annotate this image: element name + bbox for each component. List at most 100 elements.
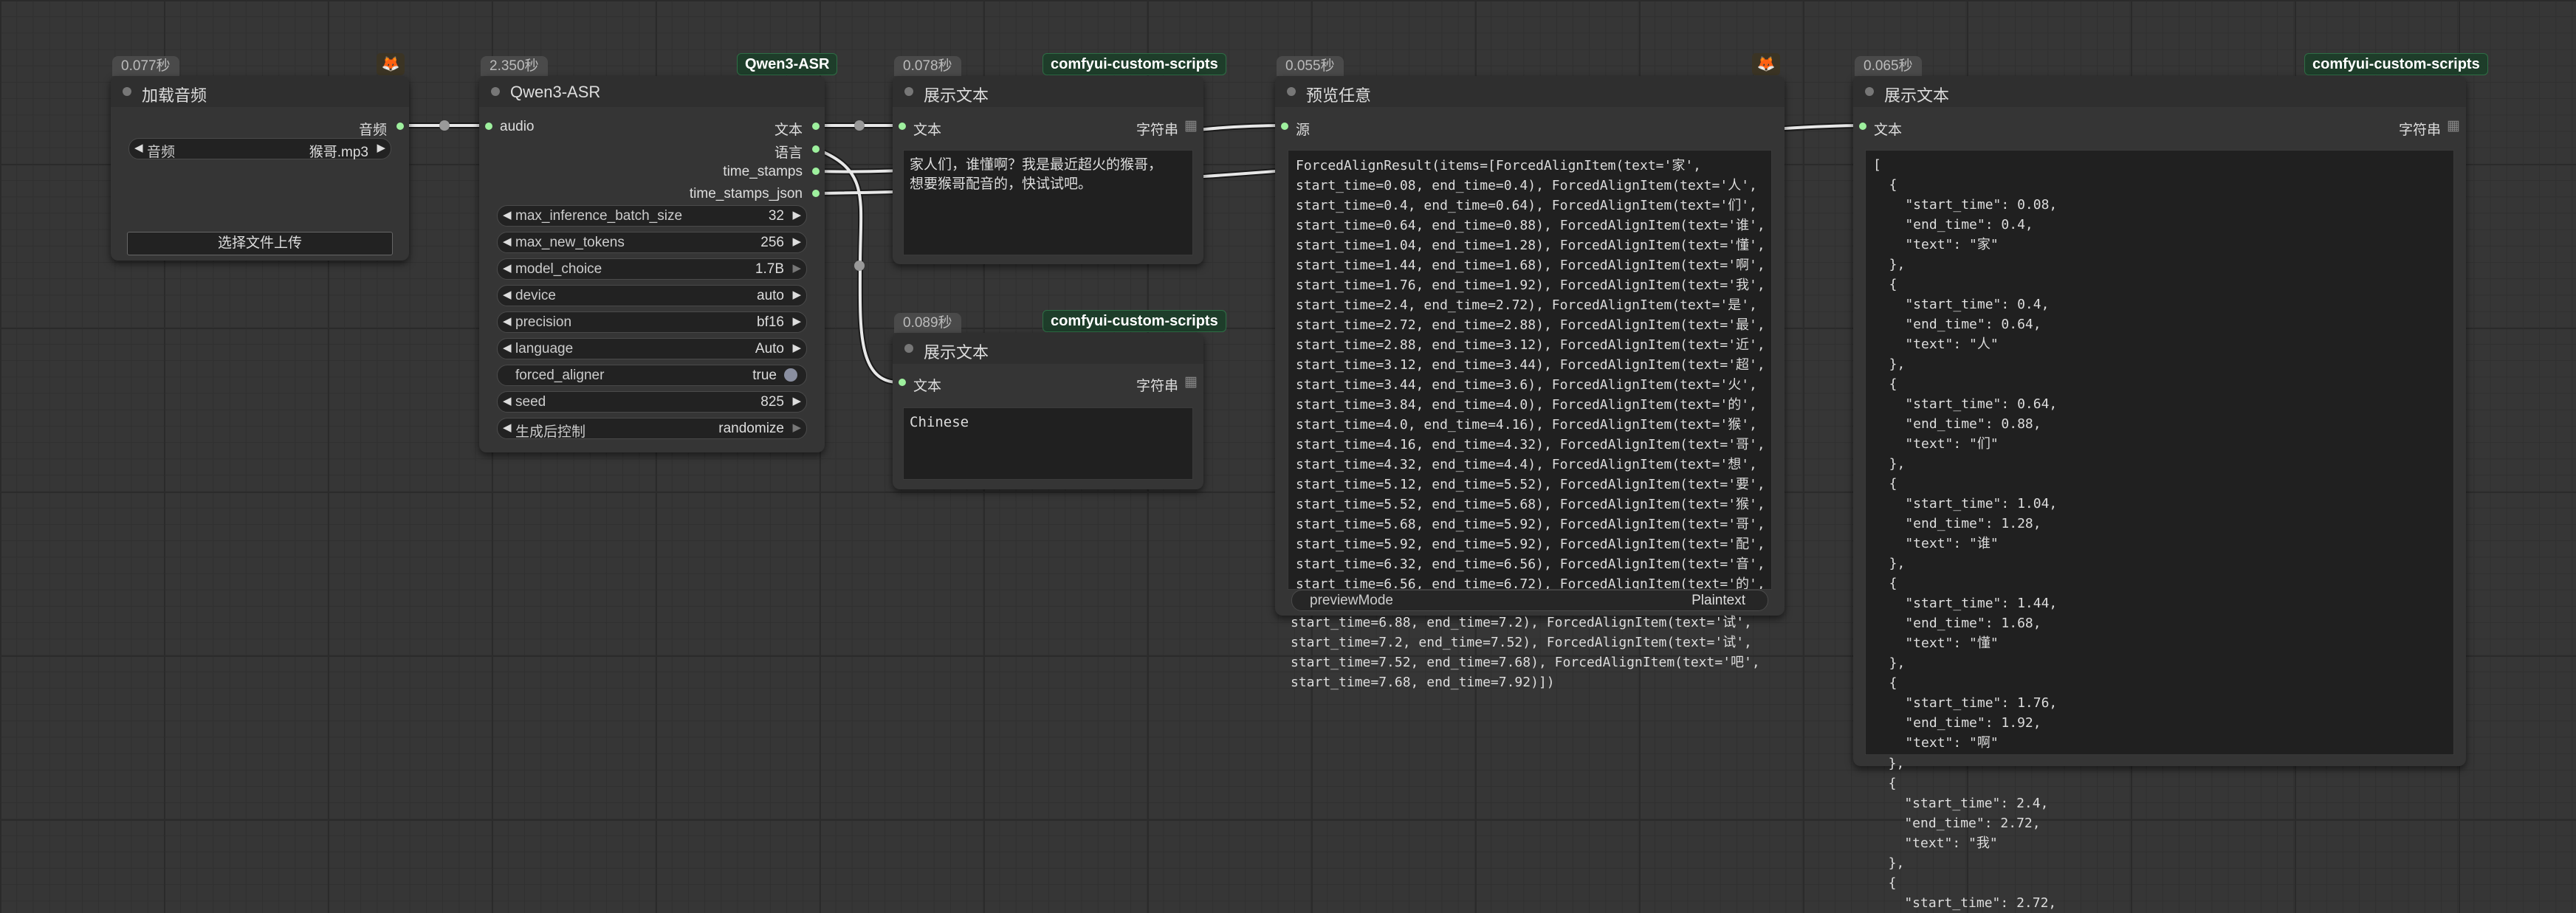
arrow-right-icon[interactable]: ▶ (792, 341, 801, 354)
collapse-dot[interactable] (491, 87, 500, 96)
input-pin-source[interactable] (1281, 123, 1288, 130)
node-show-text-2[interactable]: 展示文本 文本 字符串 ▦ Chinese (893, 333, 1203, 489)
text-line: { (1873, 376, 1897, 392)
input-pin-text[interactable] (899, 379, 906, 386)
fox-icon: 🦊 (377, 53, 405, 75)
arrow-right-icon[interactable]: ▶ (792, 261, 801, 275)
upload-button[interactable]: 选择文件上传 (127, 232, 393, 255)
preview-overflow-text: start_time=6.88, end_time=7.2), ForcedAl… (1291, 613, 1760, 692)
text-line: start_time=5.92, end_time=5.92), ForcedA… (1296, 537, 1765, 552)
text-line: "end_time": 0.88, (1873, 416, 2041, 432)
node-title: Qwen3-ASR (510, 83, 601, 101)
arrow-right-icon[interactable]: ▶ (792, 394, 801, 407)
reroute-dot (854, 120, 865, 131)
collapse-dot[interactable] (1865, 87, 1874, 96)
arrow-left-icon[interactable]: ◀ (503, 421, 512, 434)
text-line: ForcedAlignResult(items=[ForcedAlignItem… (1296, 158, 1702, 173)
collapse-dot[interactable] (904, 87, 913, 96)
input-label-text: 文本 (1874, 123, 1903, 138)
grid-icon[interactable]: ▦ (1184, 117, 1198, 134)
widget-control-after-generate[interactable]: ◀ 生成后控制 randomize ▶ (497, 418, 807, 440)
text-line: "text": "人" (1873, 337, 1999, 352)
arrow-left-icon[interactable]: ◀ (503, 341, 512, 354)
node-title-bar[interactable]: Qwen3-ASR (479, 76, 825, 107)
arrow-right-icon[interactable]: ▶ (792, 235, 801, 248)
output-label-language: 语言 (774, 145, 803, 161)
exec-time-badge: 0.089秒 (894, 313, 961, 333)
widget-language[interactable]: ◀ language Auto ▶ (497, 338, 807, 359)
audio-combo[interactable]: ◀ 音频 猴哥.mp3 ▶ (128, 138, 391, 160)
output-pin-text[interactable] (812, 123, 820, 130)
node-title: 加载音频 (142, 86, 207, 105)
node-show-text-1[interactable]: 展示文本 文本 字符串 ▦ 家人们，谁懂啊？我是最近超火的猴哥， 想要猴哥配音的，… (893, 76, 1203, 264)
output-pin-time-stamps-json[interactable] (812, 190, 820, 197)
node-preview-any[interactable]: 预览任意 源 ForcedAlignResult(items=[ForcedAl… (1275, 76, 1785, 616)
collapse-dot[interactable] (1287, 87, 1296, 96)
arrow-left-icon[interactable]: ◀ (503, 208, 512, 221)
input-pin-text[interactable] (1859, 123, 1866, 130)
exec-time-badge: 2.350秒 (481, 56, 548, 76)
text-display[interactable]: Chinese (903, 407, 1193, 480)
text-line: "start_time": 2.72, (1872, 895, 2057, 911)
node-load-audio[interactable]: 加载音频 音频 ◀ 音频 猴哥.mp3 ▶ 选择文件上传 (111, 76, 409, 261)
arrow-right-icon[interactable]: ▶ (792, 421, 801, 434)
widget-value: 256 (760, 235, 784, 250)
toggle-knob-icon[interactable] (784, 368, 797, 382)
widget-max-inference-batch-size[interactable]: ◀ max_inference_batch_size 32 ▶ (497, 205, 807, 227)
node-title-bar[interactable]: 加载音频 (111, 76, 409, 107)
output-pin-time-stamps[interactable] (812, 168, 820, 175)
node-title: 展示文本 (924, 86, 989, 105)
text-line: start_time=0.64, end_time=0.88), ForcedA… (1296, 218, 1765, 233)
json-text-display[interactable]: [ { "start_time": 0.08, "end_time": 0.4,… (1865, 150, 2454, 755)
input-pin-audio[interactable] (485, 123, 492, 130)
node-title-bar[interactable]: 展示文本 (893, 333, 1203, 364)
node-title-bar[interactable]: 展示文本 (893, 76, 1203, 107)
arrow-right-icon[interactable]: ▶ (377, 141, 385, 154)
node-show-text-3[interactable]: 展示文本 文本 字符串 ▦ [ { "start_time": 0.08, "e… (1853, 76, 2466, 766)
grid-icon[interactable]: ▦ (1184, 373, 1198, 390)
text-line: { (1873, 675, 1897, 691)
collapse-dot[interactable] (123, 87, 131, 96)
text-line: start_time=5.12, end_time=5.52), ForcedA… (1296, 477, 1765, 492)
text-line: start_time=6.32, end_time=6.56), ForcedA… (1296, 557, 1765, 572)
arrow-left-icon[interactable]: ◀ (503, 288, 512, 301)
text-line: start_time=4.0, end_time=4.16), ForcedAl… (1296, 417, 1757, 433)
text-line: start_time=6.88, end_time=7.2), ForcedAl… (1291, 615, 1752, 630)
node-title-bar[interactable]: 预览任意 (1275, 76, 1785, 107)
arrow-left-icon[interactable]: ◀ (134, 141, 143, 154)
text-line: "start_time": 1.44, (1873, 596, 2058, 611)
widget-label: 生成后控制 (515, 424, 586, 440)
widget-device[interactable]: ◀ device auto ▶ (497, 285, 807, 306)
arrow-right-icon[interactable]: ▶ (792, 208, 801, 221)
arrow-left-icon[interactable]: ◀ (503, 394, 512, 407)
preview-text-display[interactable]: ForcedAlignResult(items=[ForcedAlignItem… (1288, 150, 1772, 590)
widget-label: max_new_tokens (515, 235, 625, 250)
collapse-dot[interactable] (904, 344, 913, 353)
preview-mode-combo[interactable]: previewMode Plaintext (1291, 590, 1768, 611)
arrow-left-icon[interactable]: ◀ (503, 235, 512, 248)
widget-max-new-tokens[interactable]: ◀ max_new_tokens 256 ▶ (497, 232, 807, 253)
widget-value: 1.7B (755, 261, 784, 277)
node-title-bar[interactable]: 展示文本 (1853, 76, 2466, 107)
text-line: start_time=0.08, end_time=0.4), ForcedAl… (1296, 178, 1757, 193)
text-line: { (1873, 177, 1897, 193)
input-pin-text[interactable] (899, 123, 906, 130)
widget-value: auto (757, 288, 784, 303)
output-pin-audio[interactable] (396, 123, 404, 130)
output-pin-language[interactable] (812, 145, 820, 153)
widget-model-choice[interactable]: ◀ model_choice 1.7B ▶ (497, 258, 807, 280)
arrow-left-icon[interactable]: ◀ (503, 261, 512, 275)
arrow-right-icon[interactable]: ▶ (792, 288, 801, 301)
node-qwen3-asr[interactable]: Qwen3-ASR audio 文本 语言 time_stamps time_s… (479, 76, 825, 452)
text-display[interactable]: 家人们，谁懂啊？我是最近超火的猴哥， 想要猴哥配音的，快试试吧。 (903, 150, 1193, 255)
arrow-right-icon[interactable]: ▶ (792, 314, 801, 328)
widget-forced-aligner-toggle[interactable]: forced_aligner true (497, 365, 807, 386)
widget-value: 32 (768, 208, 784, 224)
input-label-text: 文本 (913, 123, 942, 138)
widget-precision[interactable]: ◀ precision bf16 ▶ (497, 311, 807, 333)
widget-label: language (515, 341, 574, 356)
grid-icon[interactable]: ▦ (2447, 117, 2460, 134)
arrow-left-icon[interactable]: ◀ (503, 314, 512, 328)
text-line: { (1873, 576, 1897, 591)
widget-seed[interactable]: ◀ seed 825 ▶ (497, 391, 807, 413)
